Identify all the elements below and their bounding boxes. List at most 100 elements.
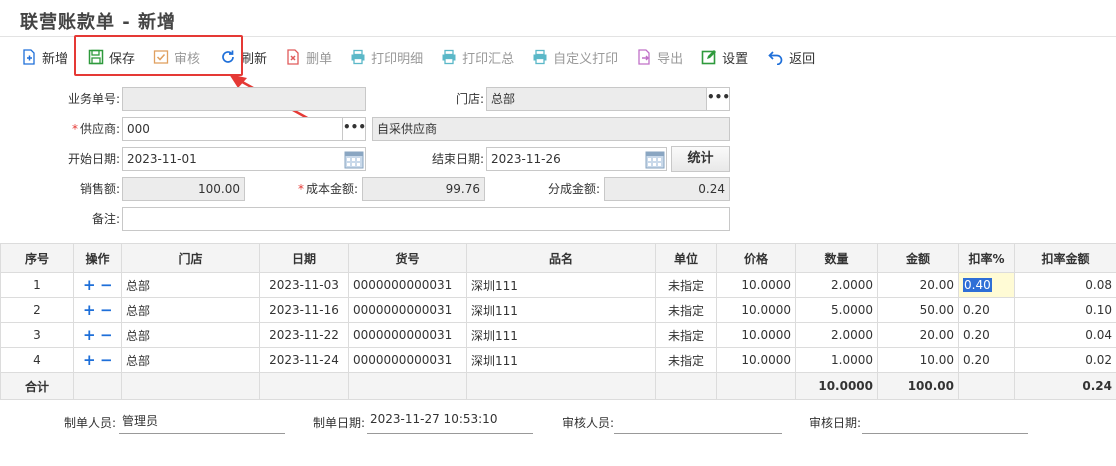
business-no-field[interactable] xyxy=(122,87,366,111)
supplier-name-field: 自采供应商 xyxy=(372,117,730,141)
supplier-picker-button[interactable]: ••• xyxy=(342,117,366,141)
store-picker-button[interactable]: ••• xyxy=(706,87,730,111)
save-button[interactable]: 保存 xyxy=(81,43,142,71)
row-price: 10.0000 xyxy=(716,297,796,323)
row-no: 4 xyxy=(0,347,74,373)
row-sku: 0000000000031 xyxy=(348,347,467,373)
sales-label: 销售额: xyxy=(79,182,120,196)
toolbar: 新增 保存 审核 刷新 删单 打印明细 打印汇总 自定义打印 导出 设置 返回 xyxy=(14,42,822,72)
row-amount: 50.00 xyxy=(877,297,959,323)
printer-icon xyxy=(442,49,456,65)
settings-button-label: 设置 xyxy=(722,51,749,67)
save-button-label: 保存 xyxy=(109,51,136,67)
custom-print-button[interactable]: 自定义打印 xyxy=(525,43,625,71)
start-date-field[interactable]: 2023-11-01 xyxy=(122,147,366,171)
end-date-calendar-icon[interactable] xyxy=(644,148,666,170)
export-button-label: 导出 xyxy=(657,51,684,67)
table-row[interactable]: 2 + − 总部 2023-11-16 0000000000031 深圳111 未… xyxy=(0,297,1116,323)
cost-label-text: 成本金额: xyxy=(305,182,358,196)
remark-field[interactable] xyxy=(122,207,730,231)
statistics-button[interactable]: 统计 xyxy=(671,146,730,172)
detail-table: 序号 操作 门店 日期 货号 品名 单位 价格 数量 金额 扣率% 扣率金额 1… xyxy=(0,243,1116,400)
end-date-field[interactable]: 2023-11-26 xyxy=(486,147,667,171)
row-date: 2023-11-22 xyxy=(259,322,349,348)
table-row[interactable]: 3 + − 总部 2023-11-22 0000000000031 深圳111 未… xyxy=(0,322,1116,348)
table-row[interactable]: 4 + − 总部 2023-11-24 0000000000031 深圳111 未… xyxy=(0,347,1116,373)
row-amount: 20.00 xyxy=(877,322,959,348)
row-store: 总部 xyxy=(121,347,260,373)
row-rate[interactable]: 0.20 xyxy=(958,347,1015,373)
row-actions: + − xyxy=(73,297,122,323)
col-header: 扣率金额 xyxy=(1014,243,1116,273)
row-name: 深圳111 xyxy=(466,347,656,373)
creator-label: 制单人员: xyxy=(64,416,117,430)
audit-date-label: 审核日期: xyxy=(809,416,862,430)
business-no-label: 业务单号: xyxy=(67,92,120,106)
row-rate[interactable]: 0.20 xyxy=(958,322,1015,348)
table-header-row: 序号 操作 门店 日期 货号 品名 单位 价格 数量 金额 扣率% 扣率金额 xyxy=(0,243,1116,273)
col-header: 单位 xyxy=(655,243,717,273)
creator-value: 管理员 xyxy=(119,412,285,434)
row-rate[interactable]: 0.20 xyxy=(958,297,1015,323)
row-amount: 10.00 xyxy=(877,347,959,373)
table-total-row: 合计 10.0000 100.00 0.24 xyxy=(0,372,1116,400)
settings-edit-icon xyxy=(701,50,717,65)
print-detail-button[interactable]: 打印明细 xyxy=(343,43,430,71)
export-button[interactable]: 导出 xyxy=(629,43,690,71)
add-row-icon[interactable]: + xyxy=(83,276,96,294)
save-icon xyxy=(88,49,104,65)
row-price: 10.0000 xyxy=(716,272,796,298)
store-field[interactable]: 总部 xyxy=(486,87,707,111)
start-date-calendar-icon[interactable] xyxy=(343,148,365,170)
supplier-code-field[interactable]: 000 xyxy=(122,117,343,141)
remove-row-icon[interactable]: − xyxy=(100,326,113,344)
add-document-icon xyxy=(23,49,35,65)
row-rate-selected[interactable]: 0.40 xyxy=(963,278,992,292)
sales-field: 100.00 xyxy=(122,177,245,201)
col-header: 门店 xyxy=(121,243,260,273)
back-button[interactable]: 返回 xyxy=(761,43,822,71)
row-rate-editing[interactable]: 0.40 xyxy=(958,272,1015,298)
row-no: 1 xyxy=(0,272,74,298)
approve-button[interactable]: 审核 xyxy=(146,43,207,71)
remove-row-icon[interactable]: − xyxy=(100,276,113,294)
row-store: 总部 xyxy=(121,322,260,348)
create-date-label: 制单日期: xyxy=(313,416,366,430)
settings-button[interactable]: 设置 xyxy=(694,43,755,71)
row-actions: + − xyxy=(73,322,122,348)
add-button-label: 新增 xyxy=(42,51,69,67)
remove-row-icon[interactable]: − xyxy=(100,351,113,369)
col-header: 货号 xyxy=(348,243,467,273)
row-rate-amount: 0.04 xyxy=(1014,322,1116,348)
total-empty xyxy=(716,372,796,400)
add-row-icon[interactable]: + xyxy=(83,326,96,344)
cost-label: * 成本金额: xyxy=(270,177,358,201)
refresh-button[interactable]: 刷新 xyxy=(213,43,274,71)
row-amount: 20.00 xyxy=(877,272,959,298)
add-row-icon[interactable]: + xyxy=(83,301,96,319)
required-mark: * xyxy=(71,122,78,136)
row-sku: 0000000000031 xyxy=(348,322,467,348)
custom-print-button-label: 自定义打印 xyxy=(553,51,619,67)
delete-button[interactable]: 删单 xyxy=(278,43,339,71)
row-price: 10.0000 xyxy=(716,347,796,373)
total-empty xyxy=(958,372,1015,400)
add-button[interactable]: 新增 xyxy=(14,43,75,71)
title-divider xyxy=(0,36,1116,37)
end-date-label: 结束日期: xyxy=(431,152,484,166)
back-button-label: 返回 xyxy=(789,51,816,67)
print-summary-button[interactable]: 打印汇总 xyxy=(434,43,521,71)
row-unit: 未指定 xyxy=(655,347,717,373)
remove-row-icon[interactable]: − xyxy=(100,301,113,319)
add-row-icon[interactable]: + xyxy=(83,351,96,369)
row-unit: 未指定 xyxy=(655,297,717,323)
row-unit: 未指定 xyxy=(655,272,717,298)
share-field: 0.24 xyxy=(604,177,730,201)
cost-field: 99.76 xyxy=(362,177,485,201)
print-detail-button-label: 打印明细 xyxy=(371,51,424,67)
row-price: 10.0000 xyxy=(716,322,796,348)
row-sku: 0000000000031 xyxy=(348,272,467,298)
row-rate-amount: 0.08 xyxy=(1014,272,1116,298)
table-row[interactable]: 1 + − 总部 2023-11-03 0000000000031 深圳111 未… xyxy=(0,272,1116,298)
row-no: 2 xyxy=(0,297,74,323)
